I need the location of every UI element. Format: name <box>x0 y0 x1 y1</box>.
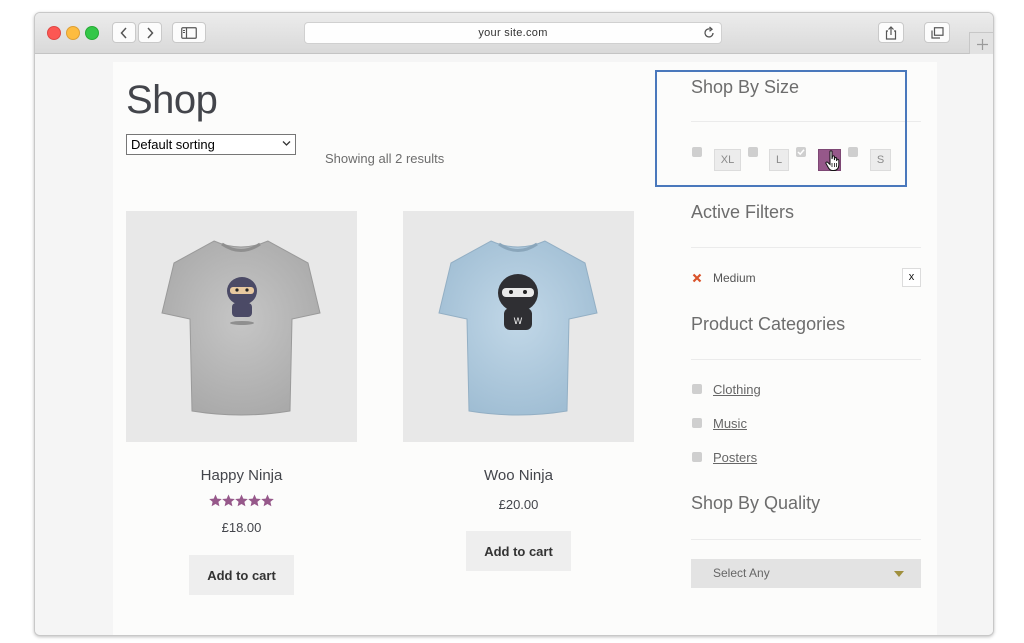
product-image[interactable]: W <box>403 211 634 442</box>
tshirt-icon: W <box>438 240 598 416</box>
remove-filter-icon[interactable] <box>692 273 702 283</box>
category-checkbox[interactable] <box>692 384 702 394</box>
caret-down-icon <box>894 571 904 577</box>
result-count: Showing all 2 results <box>325 151 445 166</box>
share-button[interactable] <box>878 22 904 43</box>
product-image[interactable] <box>126 211 357 442</box>
active-filter-label[interactable]: Medium <box>713 271 756 285</box>
share-icon <box>885 25 897 40</box>
chevron-right-icon <box>147 26 154 39</box>
quality-select-value: Select Any <box>713 566 770 580</box>
product-price: £20.00 <box>498 497 539 512</box>
product-name[interactable]: Happy Ninja <box>126 467 357 484</box>
active-filters-title: Active Filters <box>691 202 795 222</box>
chevron-left-icon <box>120 26 127 39</box>
chevron-down-icon <box>282 141 291 146</box>
tabs-overview-button[interactable] <box>924 22 950 43</box>
highlight-frame <box>655 70 907 187</box>
quality-select[interactable]: Select Any <box>691 559 921 588</box>
page-title: Shop <box>126 78 218 122</box>
browser-window: your site.com Shop Default sorting Showi… <box>34 12 994 636</box>
add-to-cart-button[interactable]: Add to cart <box>466 531 571 571</box>
categories-title: Product Categories <box>691 314 846 334</box>
product-name[interactable]: Woo Ninja <box>403 467 634 484</box>
zoom-window-button[interactable] <box>85 26 99 40</box>
product-price: £18.00 <box>221 520 262 535</box>
tshirt-icon <box>161 240 321 416</box>
reload-icon[interactable] <box>703 26 715 39</box>
plus-icon <box>976 38 988 50</box>
address-bar[interactable]: your site.com <box>304 22 722 44</box>
browser-viewport: Shop Default sorting Showing all 2 resul… <box>35 54 993 635</box>
sorting-select[interactable]: Default sorting <box>126 134 296 155</box>
add-to-cart-button[interactable]: Add to cart <box>189 555 294 595</box>
browser-toolbar: your site.com <box>35 13 993 54</box>
category-link-clothing[interactable]: Clothing <box>713 382 761 397</box>
shop-page: Shop Default sorting Showing all 2 resul… <box>113 62 937 635</box>
star-rating <box>126 494 357 512</box>
svg-text:W: W <box>514 317 523 327</box>
category-checkbox[interactable] <box>692 418 702 428</box>
clear-filter-button[interactable]: x <box>902 268 921 287</box>
divider <box>691 539 921 540</box>
category-link-posters[interactable]: Posters <box>713 450 757 465</box>
sorting-value: Default sorting <box>131 137 215 152</box>
divider <box>691 247 921 248</box>
tabs-icon <box>930 26 944 39</box>
category-checkbox[interactable] <box>692 452 702 462</box>
divider <box>691 359 921 360</box>
product-card: Happy Ninja £18.00 Add to cart <box>126 211 357 595</box>
product-card: W Woo Ninja £20.00 Add to cart <box>403 211 634 571</box>
address-text: your site.com <box>478 27 548 39</box>
minimize-window-button[interactable] <box>66 26 80 40</box>
sidebar-toggle-button[interactable] <box>172 22 206 43</box>
new-tab-button[interactable] <box>969 32 993 55</box>
quality-title: Shop By Quality <box>691 493 821 513</box>
sidebar-icon <box>181 26 197 39</box>
category-link-music[interactable]: Music <box>713 416 747 431</box>
close-window-button[interactable] <box>47 26 61 40</box>
back-button[interactable] <box>112 22 136 43</box>
stars-icon <box>208 494 274 507</box>
forward-button[interactable] <box>138 22 162 43</box>
